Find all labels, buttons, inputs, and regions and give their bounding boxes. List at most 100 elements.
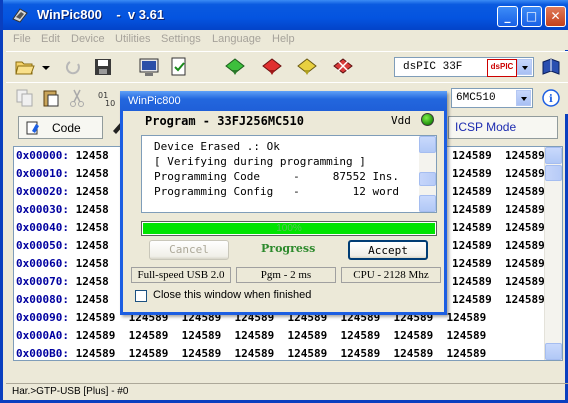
log-scroll-up-button[interactable] [419,136,436,153]
hex-values-right: 124589 124589 [452,275,545,288]
erase-chip-icon[interactable] [332,56,354,78]
hex-address: 0x00050: [16,239,69,252]
hex-values: 12458 [75,239,109,252]
hex-convert-icon[interactable]: 0110 [96,87,118,109]
chip-model-combo[interactable]: 6MC510 [451,88,533,108]
hex-values-right: 124589 124589 [452,167,545,180]
device-family-value: dsPIC 33F [403,61,463,73]
log-scroll-thumb[interactable] [419,172,436,186]
copy-icon[interactable] [14,87,36,109]
progress-bar: 100% [141,221,437,236]
hex-address: 0x000A0: [16,329,69,342]
hex-address: 0x00080: [16,293,69,306]
menu-file[interactable]: File [13,33,31,45]
progress-percent: 100% [276,223,302,234]
read-chip-icon[interactable] [224,56,246,78]
program-chip-icon[interactable] [261,56,283,78]
menu-device[interactable]: Device [71,33,105,45]
log-line: Programming Code - 87552 Ins. [154,170,400,183]
log-line: [ Verifying during programming ] [154,155,366,168]
hex-address: 0x00000: [16,149,69,162]
menu-edit[interactable]: Edit [41,33,60,45]
hex-row[interactable]: 0x000B0: 124589 124589 124589 124589 124… [16,347,487,360]
title-bar[interactable]: WinPic800 - v 3.61 _ □ ✕ [3,0,568,30]
progress-label: Progress [261,242,316,255]
log-scrollbar[interactable] [419,136,436,212]
hex-address: 0x00090: [16,311,69,324]
menu-language[interactable]: Language [212,33,261,45]
hex-address: 0x00020: [16,185,69,198]
device-family-combo[interactable]: dsPIC 33F dsPIC [394,57,534,77]
check-doc-icon[interactable] [168,56,190,78]
tab-icsp-mode[interactable]: ICSP Mode [448,116,558,139]
close-icon: ✕ [550,9,561,23]
hex-address: 0x00010: [16,167,69,180]
hex-row[interactable]: 0x00010: 12458 [16,167,109,185]
paste-icon[interactable] [40,87,62,109]
dialog-header: Program - 33FJ256MC510 [145,114,304,128]
tab-code[interactable]: Code [18,116,103,139]
screen-icon[interactable] [138,56,160,78]
vdd-label: Vdd [391,114,411,127]
hex-row[interactable]: 0x00040: 12458 [16,221,109,239]
menu-bar: File Edit Device Utilities Settings Lang… [6,30,568,50]
cancel-button[interactable]: Cancel [149,240,229,260]
program-log[interactable]: Device Erased .: Ok [ Verifying during p… [141,135,437,213]
scroll-thumb[interactable] [545,165,562,181]
status-bar: Har.>GTP-USB [Plus] - #0 [6,383,568,400]
pgm-time-info: Pgm - 2 ms [236,267,336,283]
usb-speed-info: Full-speed USB 2.0 [131,267,231,283]
hex-row[interactable]: 0x00020: 12458 [16,185,109,203]
hex-row[interactable]: 0x00000: 12458 [16,149,109,167]
hex-row[interactable]: 0x00060: 12458 [16,257,109,275]
reload-icon[interactable] [62,56,84,78]
chip-model-value: 6MC510 [456,92,496,104]
menu-help[interactable]: Help [272,33,295,45]
hex-row[interactable]: 0x00030: 12458 [16,203,109,221]
menu-settings[interactable]: Settings [161,33,201,45]
chevron-down-icon[interactable] [517,59,532,75]
app-title: WinPic800 - v 3.61 [37,7,165,22]
hex-values: 12458 [75,185,109,198]
svg-text:10: 10 [105,99,115,108]
hex-values: 12458 [75,203,109,216]
cut-icon[interactable] [66,87,88,109]
log-scroll-down-button[interactable] [419,195,436,212]
menu-utilities[interactable]: Utilities [115,33,150,45]
hex-row[interactable]: 0x00080: 12458 [16,293,109,311]
hex-row[interactable]: 0x00070: 12458 [16,275,109,293]
minimize-button[interactable]: _ [497,6,518,27]
hex-scrollbar[interactable] [544,147,562,360]
verify-chip-icon[interactable] [296,56,318,78]
hex-values: 12458 [75,275,109,288]
maximize-icon: □ [525,9,538,23]
dialog-title-bar[interactable]: WinPic800 [120,91,447,111]
toolbar-main: dsPIC 33F dsPIC [6,51,568,83]
log-line: Programming Config - 12 word [154,185,400,198]
hex-values-right: 124589 124589 [452,239,545,252]
scroll-down-button[interactable] [545,343,562,360]
open-folder-icon[interactable] [14,56,36,78]
hex-address: 0x000B0: [16,347,69,360]
scroll-up-button[interactable] [545,147,562,164]
hex-values: 12458 [75,167,109,180]
save-icon[interactable] [92,56,114,78]
book-icon[interactable] [540,56,562,78]
hex-address: 0x00030: [16,203,69,216]
cpu-speed-info: CPU - 2128 Mhz [341,267,441,283]
hex-address: 0x00040: [16,221,69,234]
chevron-down-icon[interactable] [516,90,531,106]
close-when-finished-checkbox[interactable] [135,290,147,302]
hex-values: 12458 [75,149,109,162]
hex-address: 0x00070: [16,275,69,288]
hex-row[interactable]: 0x00050: 12458 [16,239,109,257]
hex-values-right: 124589 124589 [452,221,545,234]
hex-values: 124589 124589 124589 124589 124589 12458… [75,347,487,360]
maximize-button[interactable]: □ [521,6,542,27]
accept-button[interactable]: Accept [348,240,428,260]
open-dropdown-icon[interactable] [40,56,52,78]
tab-code-label: Code [52,121,81,135]
close-button[interactable]: ✕ [545,6,566,27]
info-icon[interactable]: i [540,87,562,109]
hex-row[interactable]: 0x000A0: 124589 124589 124589 124589 124… [16,329,486,347]
